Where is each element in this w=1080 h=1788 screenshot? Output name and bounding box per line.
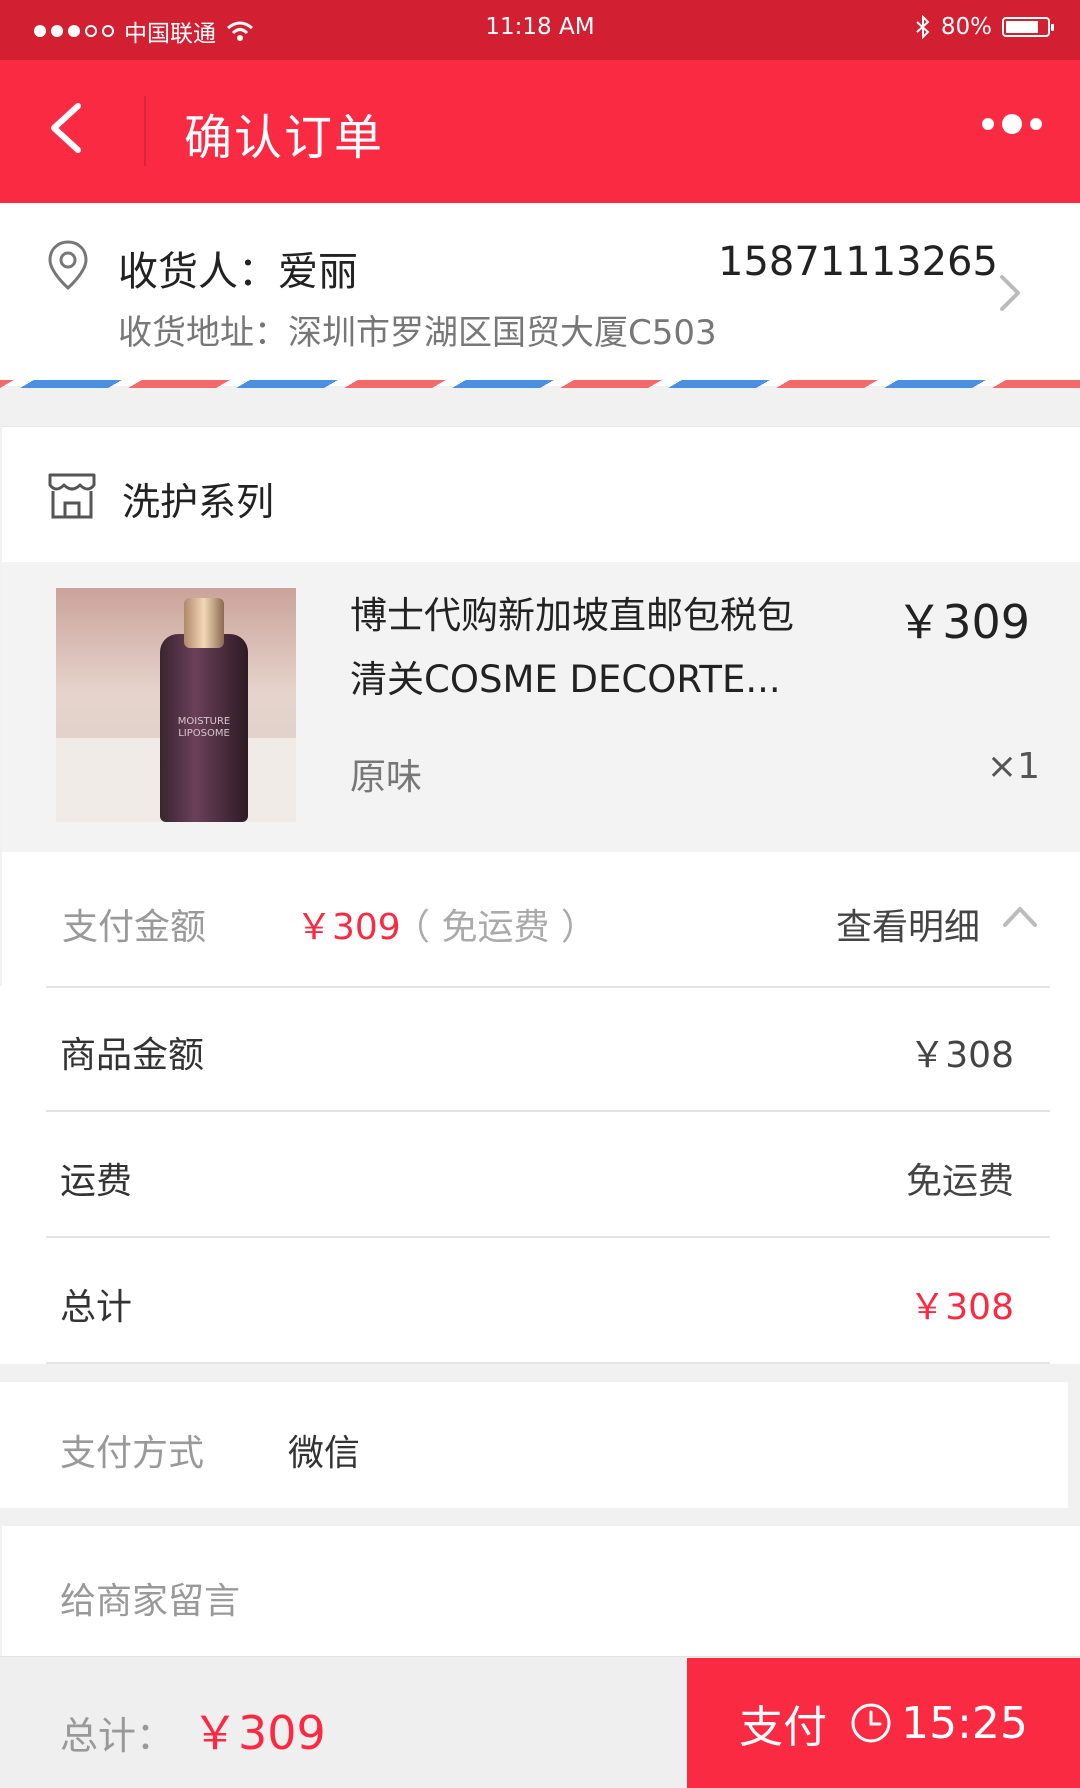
payment-method-label: 支付方式 (60, 1433, 205, 1474)
payment-amount-label: 支付金额 (62, 907, 207, 948)
store-icon (48, 473, 96, 519)
product-quantity: ×1 (986, 746, 1040, 787)
product-image-label: MOISTURE LIPOSOME (177, 716, 231, 739)
breakdown-label: 运费 (60, 1161, 133, 1202)
breakdown-value: ￥308 (909, 1035, 1014, 1076)
page-title: 确认订单 (184, 110, 385, 166)
pay-button[interactable]: 支付 15:25 (687, 1658, 1080, 1788)
airmail-stripe-divider (0, 380, 1080, 388)
clock-icon (851, 1703, 891, 1743)
back-arrow-icon[interactable] (40, 98, 100, 158)
product-variant: 原味 (350, 757, 423, 798)
payment-method-row[interactable]: 支付方式 微信 (0, 1382, 1068, 1508)
total-amount: ￥309 (192, 1706, 326, 1760)
bluetooth-icon (916, 15, 930, 39)
merchant-message-field[interactable]: 给商家留言 (2, 1526, 1080, 1656)
battery-percent: 80% (940, 14, 992, 40)
chevron-up-icon[interactable] (1002, 904, 1038, 928)
shipping-address-card[interactable]: 收货人：爱丽 15871113265 收货地址：深圳市罗湖区国贸大厦C503 (0, 203, 1080, 386)
countdown-timer: 15:25 (849, 1698, 1028, 1749)
total-label: 总计： (60, 1714, 175, 1758)
store-name: 洗护系列 (122, 480, 275, 524)
breakdown-value: ￥308 (909, 1287, 1014, 1328)
status-bar: 中国联通 11:18 AM 80% (0, 0, 1080, 60)
nav-bar: 确认订单 (0, 60, 1080, 203)
breakdown-value: 免运费 (905, 1161, 1014, 1202)
payment-summary: 支付金额 ￥309 （ 免运费 ） 查看明细 (2, 852, 1080, 986)
breakdown-row-goods: 商品金额 ￥308 (0, 986, 1080, 1112)
shipping-address: 收货地址：深圳市罗湖区国贸大厦C503 (118, 313, 717, 353)
pay-button-label: 支付 (739, 1702, 828, 1753)
breakdown-label: 总计 (60, 1287, 133, 1328)
store-header: 洗护系列 (2, 426, 1080, 562)
recipient-phone: 15871113265 (718, 239, 998, 285)
chevron-right-icon (1000, 275, 1020, 311)
price-breakdown: 商品金额 ￥308 运费 免运费 总计 ￥308 (0, 986, 1080, 1364)
location-pin-icon (48, 240, 88, 291)
payment-amount: ￥309 (296, 907, 401, 948)
shipping-note: （ 免运费 ） (394, 907, 597, 948)
breakdown-row-shipping: 运费 免运费 (0, 1112, 1080, 1238)
message-placeholder: 给商家留言 (60, 1581, 241, 1622)
nav-divider (144, 96, 146, 166)
product-image: MOISTURE LIPOSOME (56, 588, 296, 822)
product-price: ￥309 (896, 595, 1030, 649)
recipient-name: 收货人：爱丽 (118, 249, 358, 295)
divider (46, 1362, 1050, 1364)
product-title: 博士代购新加坡直邮包税包清关COSME DECORTE... (350, 594, 794, 701)
breakdown-label: 商品金额 (60, 1035, 205, 1076)
product-item[interactable]: MOISTURE LIPOSOME 博士代购新加坡直邮包税包清关COSME DE… (2, 562, 1080, 852)
payment-method-value: 微信 (288, 1433, 361, 1474)
battery-icon (1002, 17, 1054, 37)
view-details-button[interactable]: 查看明细 (836, 898, 980, 950)
status-right: 80% (915, 14, 1054, 40)
countdown-value: 15:25 (901, 1697, 1028, 1749)
more-options-icon[interactable] (982, 114, 1042, 134)
breakdown-row-total: 总计 ￥308 (0, 1238, 1080, 1364)
